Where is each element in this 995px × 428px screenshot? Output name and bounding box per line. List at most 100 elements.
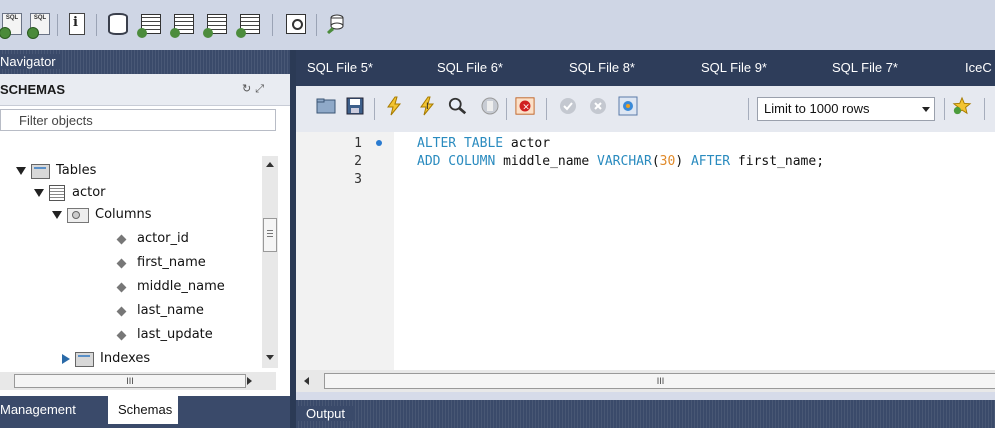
column-label: middle_name [137, 279, 225, 294]
toggle-error-icon[interactable]: × [515, 96, 535, 116]
navigator-tabs: Management Schemas [0, 396, 290, 428]
tab-sql-file-7[interactable]: SQL File 7* [832, 50, 898, 86]
indexes-folder-icon [75, 351, 94, 367]
sql-number: 30 [659, 154, 676, 169]
line-number: 3 [354, 172, 362, 187]
sql-type: VARCHAR [597, 154, 652, 169]
sql-keyword: ALTER TABLE [417, 136, 504, 151]
expand-icon[interactable]: ⤢ [255, 83, 268, 95]
toolbar-separator [944, 98, 945, 120]
filter-box [0, 106, 290, 136]
toolbar-separator [96, 14, 97, 36]
toolbar-separator [748, 98, 749, 120]
scroll-thumb[interactable]: III [324, 373, 995, 389]
line-number-gutter: 1 2 3 [296, 132, 394, 370]
tree-item-tables[interactable]: Tables [16, 160, 96, 182]
add-snippet-icon[interactable] [952, 96, 972, 116]
expand-triangle-icon[interactable] [62, 354, 70, 364]
open-sql-script-icon[interactable]: SQL [27, 12, 52, 39]
code-line-2[interactable]: ADD COLUMN middle_name VARCHAR(30) AFTER… [417, 154, 824, 169]
tree-item-label: Columns [95, 207, 152, 222]
scroll-right-icon[interactable] [247, 377, 252, 385]
sql-identifier: middle_name [495, 154, 598, 169]
refresh-icon[interactable]: ↻ [242, 83, 255, 95]
scroll-up-icon[interactable] [266, 162, 274, 167]
sql-editor[interactable]: 1 2 3 ALTER TABLE actor ADD COLUMN middl… [296, 132, 995, 370]
search-table-data-icon[interactable] [284, 12, 308, 36]
tab-sql-file-9[interactable]: SQL File 9* [701, 50, 767, 86]
scroll-thumb[interactable] [263, 218, 277, 252]
tree-item-actor[interactable]: actor [34, 182, 106, 204]
limit-rows-value: Limit to 1000 rows [764, 101, 870, 116]
tree-item-label: Indexes [100, 351, 151, 366]
stop-icon[interactable] [480, 96, 500, 116]
column-label: last_name [137, 303, 204, 318]
create-table-icon[interactable] [137, 12, 163, 38]
tree-item-indexes[interactable]: Indexes [62, 348, 150, 368]
schemas-actions: ↻⤢ [242, 82, 268, 96]
tree-item-column[interactable]: last_name [116, 300, 204, 322]
svg-text:I: I [426, 102, 429, 112]
navigator-panel: Navigator SCHEMAS ↻⤢ Tables actor Column… [0, 50, 290, 428]
tab-sql-file-8[interactable]: SQL File 8* [569, 50, 635, 86]
toolbar-separator [272, 14, 273, 36]
toolbar-separator [374, 98, 375, 120]
sql-paren: ( [651, 154, 660, 169]
editor-horizontal-scrollbar[interactable]: III [296, 370, 995, 392]
execute-current-icon[interactable]: I [417, 96, 437, 116]
tab-sql-file-5[interactable]: SQL File 5* [307, 50, 373, 86]
save-icon[interactable] [345, 96, 365, 116]
scroll-left-icon[interactable] [304, 377, 309, 385]
scroll-thumb[interactable]: III [14, 374, 246, 388]
reconnect-icon[interactable] [324, 12, 348, 36]
tab-management[interactable]: Management [0, 396, 84, 424]
collapse-triangle-icon[interactable] [52, 211, 62, 219]
column-diamond-icon [116, 306, 127, 316]
svg-text:×: × [522, 103, 530, 113]
editor-tab-bar: SQL File 5* SQL File 6* SQL File 8* SQL … [296, 50, 995, 86]
auto-commit-icon[interactable] [618, 96, 638, 116]
collapse-triangle-icon[interactable] [16, 167, 26, 175]
create-procedure-icon[interactable] [203, 12, 229, 38]
commit-icon[interactable] [558, 96, 578, 116]
tables-folder-icon [31, 163, 50, 179]
tab-schemas[interactable]: Schemas [108, 396, 178, 424]
sql-paren: ) [675, 154, 684, 169]
toolbar-separator [506, 98, 507, 120]
tree-item-column[interactable]: actor_id [116, 228, 189, 250]
tab-icec[interactable]: IceC [965, 50, 992, 86]
line-number: 1 [354, 136, 362, 151]
toolbar-separator [316, 14, 317, 36]
collapse-triangle-icon[interactable] [34, 189, 44, 197]
tree-item-columns[interactable]: Columns [52, 204, 152, 226]
open-file-icon[interactable] [316, 96, 336, 116]
chevron-down-icon[interactable] [922, 107, 930, 112]
tree-item-column[interactable]: middle_name [116, 276, 225, 298]
column-diamond-icon [116, 234, 127, 244]
new-sql-tab-icon[interactable]: SQL [0, 12, 24, 39]
rollback-icon[interactable] [588, 96, 608, 116]
column-label: actor_id [137, 231, 189, 246]
limit-rows-select[interactable]: Limit to 1000 rows [757, 97, 935, 121]
explain-icon[interactable] [448, 96, 468, 116]
tree-item-column[interactable]: last_update [116, 324, 213, 346]
code-line-1[interactable]: ALTER TABLE actor [417, 136, 550, 151]
toolbar-separator [546, 98, 547, 120]
sql-keyword: ADD COLUMN [417, 154, 496, 169]
tree-vertical-scrollbar[interactable] [262, 156, 278, 368]
sql-keyword: AFTER [683, 154, 731, 169]
create-function-icon[interactable] [236, 12, 262, 38]
tree-horizontal-scrollbar[interactable]: III [0, 372, 276, 390]
tab-sql-file-6[interactable]: SQL File 6* [437, 50, 503, 86]
tree-item-column[interactable]: first_name [116, 252, 206, 274]
create-schema-icon[interactable] [106, 12, 130, 36]
toolbar-separator [57, 14, 58, 36]
editor-toolbar: I × Limit to 1000 rows [296, 86, 995, 132]
scroll-down-icon[interactable] [266, 355, 274, 360]
execute-icon[interactable] [384, 96, 404, 116]
filter-objects-input[interactable] [0, 109, 276, 131]
inspector-icon[interactable] [65, 12, 89, 36]
navigator-title: Navigator [0, 54, 60, 69]
line-number: 2 [354, 154, 362, 169]
create-view-icon[interactable] [170, 12, 196, 38]
